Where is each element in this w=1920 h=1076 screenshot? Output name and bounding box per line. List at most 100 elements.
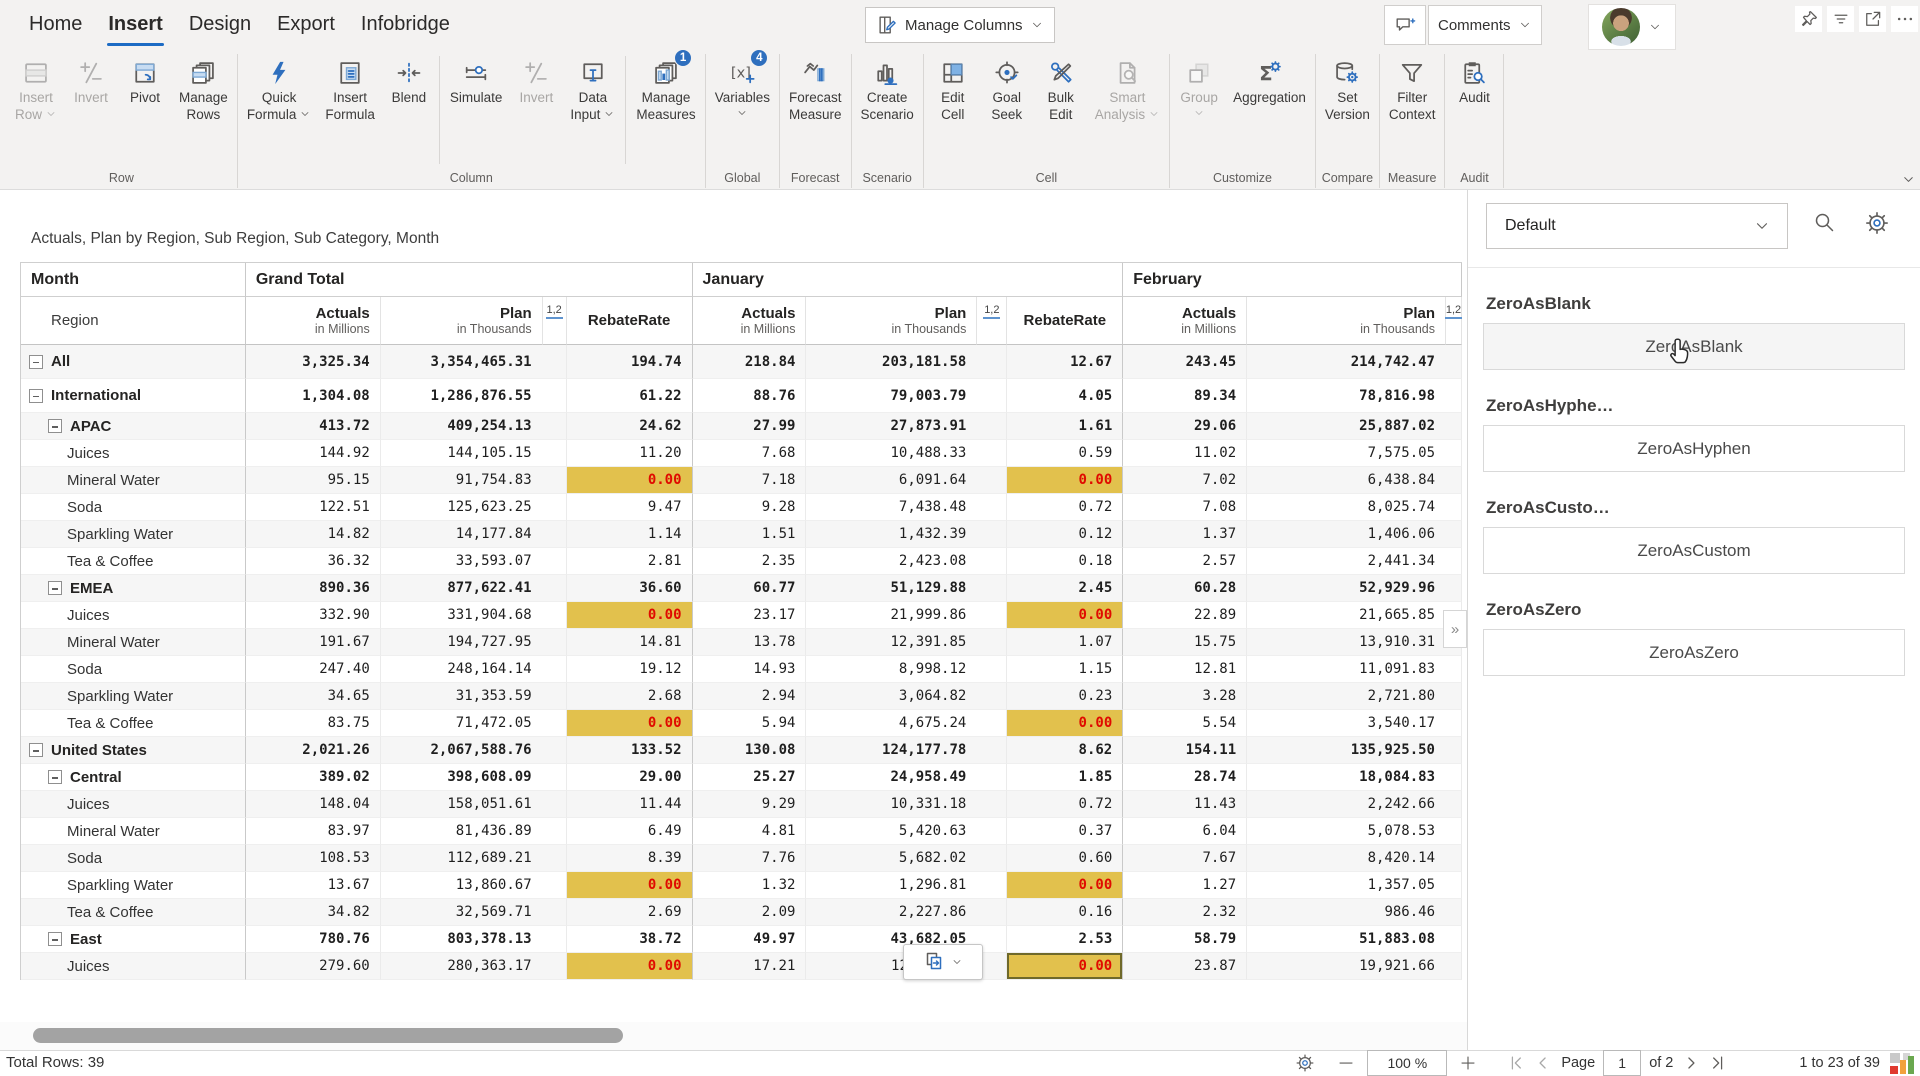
data-cell[interactable]: 4.81 — [693, 818, 807, 845]
data-cell[interactable]: 3,540.17 — [1247, 710, 1462, 737]
ribbon-button-pivot[interactable]: Pivot — [118, 48, 172, 170]
data-cell[interactable]: 8,420.14 — [1247, 845, 1462, 872]
data-cell[interactable]: 7.67 — [1123, 845, 1247, 872]
data-cell[interactable]: 25,887.02 — [1247, 413, 1462, 440]
add-comment-button[interactable] — [1384, 5, 1426, 45]
row-label[interactable]: Soda — [21, 845, 246, 872]
data-cell[interactable]: 7.68 — [693, 440, 807, 467]
data-cell[interactable]: 7,575.05 — [1247, 440, 1462, 467]
data-cell[interactable]: 11.20 — [567, 440, 693, 467]
data-cell[interactable]: 13,910.31 — [1247, 629, 1462, 656]
data-cell[interactable]: 14,177.84 — [381, 521, 567, 548]
data-cell[interactable]: 158,051.61 — [381, 791, 567, 818]
collapse-row-icon[interactable] — [48, 581, 62, 595]
data-cell[interactable]: 986.46 — [1247, 899, 1462, 926]
data-cell[interactable]: 12,391.85 — [806, 629, 1007, 656]
next-page-icon[interactable] — [1681, 1053, 1701, 1073]
data-cell[interactable]: 2,721.80 — [1247, 683, 1462, 710]
data-cell[interactable]: 71,472.05 — [381, 710, 567, 737]
data-cell[interactable]: 890.36 — [246, 575, 381, 602]
data-cell[interactable]: 2.09 — [693, 899, 807, 926]
row-label[interactable]: Sparkling Water — [21, 521, 246, 548]
collapse-ribbon-icon[interactable] — [1901, 172, 1916, 187]
data-cell[interactable]: 6.49 — [567, 818, 693, 845]
data-cell[interactable]: 27,873.91 — [806, 413, 1007, 440]
data-cell[interactable]: 11.43 — [1123, 791, 1247, 818]
data-cell[interactable]: 1,304.08 — [246, 379, 381, 413]
pin-button[interactable] — [1795, 6, 1822, 32]
data-cell[interactable]: 19.12 — [567, 656, 693, 683]
data-cell[interactable]: 91,754.83 — [381, 467, 567, 494]
data-cell[interactable]: 1.61 — [1007, 413, 1123, 440]
ribbon-button-forecast-measure[interactable]: ForecastMeasure — [782, 48, 849, 170]
ribbon-button-audit[interactable]: Audit — [1447, 48, 1501, 170]
ribbon-button-set-version[interactable]: SetVersion — [1318, 48, 1377, 170]
data-cell[interactable]: 248,164.14 — [381, 656, 567, 683]
row-label[interactable]: Central — [21, 764, 246, 791]
data-cell[interactable]: 34.65 — [246, 683, 381, 710]
ribbon-button-goal-seek[interactable]: GoalSeek — [980, 48, 1034, 170]
ribbon-button-aggregation[interactable]: ΣAggregation — [1226, 48, 1313, 170]
data-cell[interactable]: 18,084.83 — [1247, 764, 1462, 791]
data-cell[interactable]: 0.72 — [1007, 494, 1123, 521]
data-cell[interactable]: 2.57 — [1123, 548, 1247, 575]
data-cell[interactable]: 6,091.64 — [806, 467, 1007, 494]
more-button[interactable] — [1891, 6, 1918, 32]
collapse-row-icon[interactable] — [48, 419, 62, 433]
data-cell[interactable]: 60.28 — [1123, 575, 1247, 602]
data-cell[interactable]: 9.28 — [693, 494, 807, 521]
data-cell[interactable]: 0.00 — [567, 872, 693, 899]
data-cell[interactable]: 61.22 — [567, 379, 693, 413]
data-cell[interactable]: 6.04 — [1123, 818, 1247, 845]
data-cell[interactable]: 21,665.85 — [1247, 602, 1462, 629]
data-cell[interactable]: 279.60 — [246, 953, 381, 980]
data-cell[interactable]: 83.97 — [246, 818, 381, 845]
data-cell[interactable]: 12.67 — [1007, 345, 1123, 379]
data-cell[interactable]: 23.87 — [1123, 953, 1247, 980]
data-cell[interactable]: 125,623.25 — [381, 494, 567, 521]
data-cell[interactable]: 1,296.81 — [806, 872, 1007, 899]
data-cell[interactable]: 2,227.86 — [806, 899, 1007, 926]
ribbon-button-create-scenario[interactable]: CreateScenario — [854, 48, 921, 170]
row-label[interactable]: Sparkling Water — [21, 872, 246, 899]
data-cell[interactable]: 8,998.12 — [806, 656, 1007, 683]
data-cell[interactable]: 7.76 — [693, 845, 807, 872]
data-cell[interactable]: 1,406.06 — [1247, 521, 1462, 548]
panel-button-zeroaszero[interactable]: ZeroAsZero — [1483, 629, 1905, 676]
data-cell[interactable]: 0.16 — [1007, 899, 1123, 926]
data-cell[interactable]: 0.00 — [1007, 872, 1123, 899]
ribbon-button-blend[interactable]: Blend — [382, 48, 436, 170]
data-cell[interactable]: 78,816.98 — [1247, 379, 1462, 413]
row-label[interactable]: APAC — [21, 413, 246, 440]
page-input[interactable]: 1 — [1603, 1050, 1641, 1076]
data-cell[interactable]: 2.32 — [1123, 899, 1247, 926]
collapse-row-icon[interactable] — [29, 743, 43, 757]
data-cell[interactable]: 0.37 — [1007, 818, 1123, 845]
data-cell[interactable]: 8,025.74 — [1247, 494, 1462, 521]
data-cell[interactable]: 191.67 — [246, 629, 381, 656]
gear-icon[interactable] — [1864, 210, 1890, 236]
data-cell[interactable]: 2,423.08 — [806, 548, 1007, 575]
panel-button-zeroascustom[interactable]: ZeroAsCustom — [1483, 527, 1905, 574]
data-cell[interactable]: 194.74 — [567, 345, 693, 379]
data-cell[interactable]: 5.54 — [1123, 710, 1247, 737]
data-cell[interactable]: 409,254.13 — [381, 413, 567, 440]
data-cell[interactable]: 24,958.49 — [806, 764, 1007, 791]
data-cell[interactable]: 21,999.86 — [806, 602, 1007, 629]
data-cell[interactable]: 13,860.67 — [381, 872, 567, 899]
manage-columns-button[interactable]: Manage Columns — [865, 7, 1055, 43]
data-cell[interactable]: 13.78 — [693, 629, 807, 656]
data-cell[interactable]: 0.00 — [567, 953, 693, 980]
data-cell[interactable]: 60.77 — [693, 575, 807, 602]
data-cell[interactable]: 36.32 — [246, 548, 381, 575]
row-label[interactable]: International — [21, 379, 246, 413]
data-cell[interactable]: 243.45 — [1123, 345, 1247, 379]
data-cell[interactable]: 31,353.59 — [381, 683, 567, 710]
ribbon-button-quick-formula[interactable]: QuickFormula — [240, 48, 319, 170]
row-label[interactable]: Soda — [21, 656, 246, 683]
data-cell[interactable]: 0.59 — [1007, 440, 1123, 467]
data-cell[interactable]: 7.02 — [1123, 467, 1247, 494]
row-label[interactable]: All — [21, 345, 246, 379]
row-label[interactable]: Soda — [21, 494, 246, 521]
ribbon-button-edit-cell[interactable]: EditCell — [926, 48, 980, 170]
